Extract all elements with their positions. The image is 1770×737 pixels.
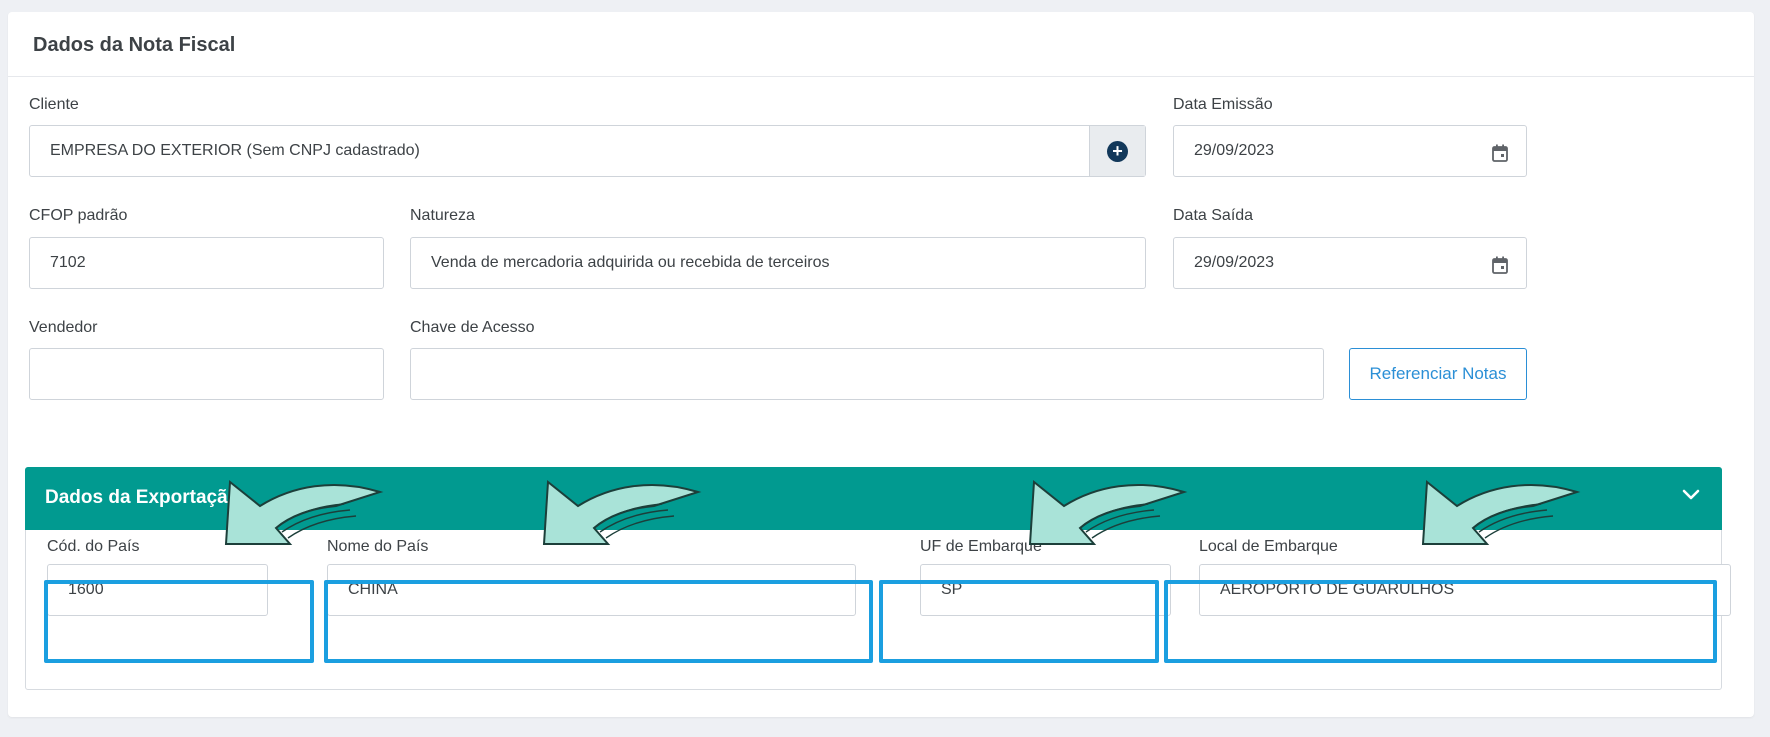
cliente-label: Cliente (29, 96, 79, 113)
calendar-icon[interactable] (1492, 144, 1508, 162)
curved-arrow-icon (1421, 480, 1581, 545)
cfop-value: 7102 (50, 254, 86, 271)
data-emissao-label: Data Emissão (1173, 96, 1273, 113)
data-emissao-value: 29/09/2023 (1194, 142, 1275, 159)
card-title: Dados da Nota Fiscal (33, 34, 236, 56)
vendedor-field[interactable] (29, 348, 384, 400)
calendar-icon[interactable] (1492, 256, 1508, 274)
cliente-field[interactable]: EMPRESA DO EXTERIOR (Sem CNPJ cadastrado… (29, 125, 1146, 177)
data-saida-field[interactable]: 29/09/2023 (1173, 237, 1527, 289)
add-cliente-button[interactable]: + (1089, 126, 1145, 176)
highlight-nome-pais (324, 580, 873, 663)
cliente-value: EMPRESA DO EXTERIOR (Sem CNPJ cadastrado… (50, 142, 420, 159)
natureza-value: Venda de mercadoria adquirida ou recebid… (431, 254, 830, 271)
natureza-label: Natureza (410, 207, 475, 224)
chave-acesso-field[interactable] (410, 348, 1324, 400)
highlight-local-embarque (1164, 580, 1717, 663)
card-header: Dados da Nota Fiscal (8, 12, 1754, 77)
local-embarque-label: Local de Embarque (1199, 538, 1338, 555)
chevron-down-icon[interactable] (1682, 489, 1700, 501)
data-saida-label: Data Saída (1173, 207, 1254, 224)
curved-arrow-icon (224, 480, 384, 545)
highlight-cod-pais (44, 580, 314, 663)
cfop-field[interactable]: 7102 (29, 237, 384, 289)
highlight-uf-embarque (879, 580, 1159, 663)
data-saida-value: 29/09/2023 (1194, 254, 1275, 271)
cod-pais-label: Cód. do País (47, 538, 140, 555)
vendedor-label: Vendedor (29, 319, 98, 336)
curved-arrow-icon (542, 480, 702, 545)
natureza-field[interactable]: Venda de mercadoria adquirida ou recebid… (410, 237, 1146, 289)
chave-acesso-label: Chave de Acesso (410, 319, 535, 336)
exportacao-title: Dados da Exportação (45, 487, 240, 508)
cfop-label: CFOP padrão (29, 207, 128, 224)
referenciar-notas-button[interactable]: Referenciar Notas (1349, 348, 1527, 400)
plus-circle-icon: + (1107, 140, 1128, 162)
curved-arrow-icon (1028, 480, 1188, 545)
data-emissao-field[interactable]: 29/09/2023 (1173, 125, 1527, 177)
